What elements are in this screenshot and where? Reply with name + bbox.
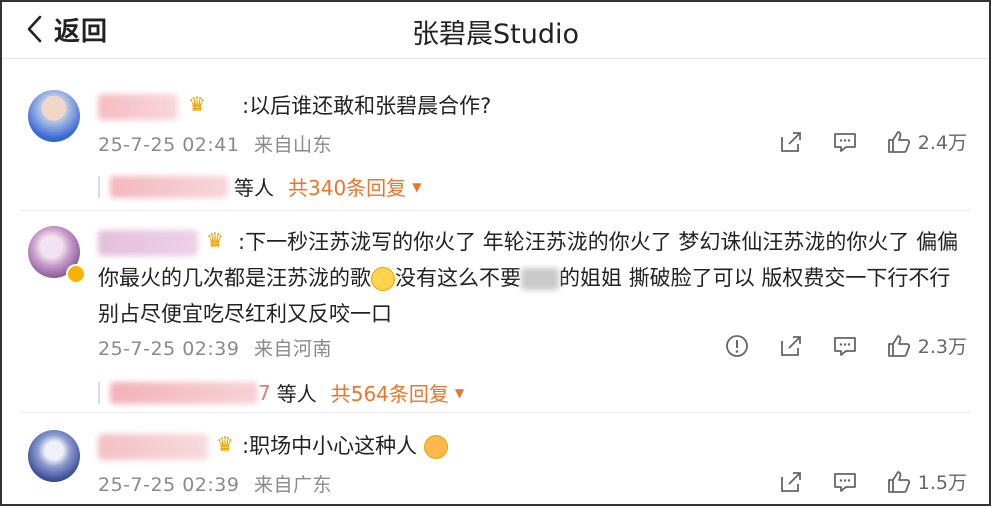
comment-meta: 25-7-25 02:39 来自河南: [98, 334, 332, 361]
reply-divider: [98, 381, 100, 404]
like-count: 2.4万: [917, 132, 967, 154]
divider: [20, 210, 971, 211]
like-count: 1.5万: [917, 472, 967, 494]
crown-icon: ♛: [188, 92, 206, 116]
crown-icon: ♛: [216, 432, 234, 456]
comment-icon: [833, 132, 856, 152]
comment-location: 来自河南: [254, 338, 333, 360]
redacted-name: [521, 268, 559, 290]
share-button[interactable]: [778, 469, 804, 495]
comment-actions: 2.4万: [750, 128, 967, 155]
comment-location: 来自广东: [254, 474, 333, 496]
comment-meta: 25-7-25 02:41 来自山东: [98, 130, 332, 157]
reply-tail-num: 7: [258, 380, 271, 405]
reply-count-link[interactable]: 共564条回复: [331, 378, 449, 407]
divider: [20, 412, 971, 413]
comment-time: 25-7-25 02:39: [98, 338, 240, 360]
face-emoji-icon: [423, 435, 448, 459]
comment-actions: 2.3万: [696, 332, 967, 359]
reply-divider: [98, 175, 100, 198]
comment-time: 25-7-25 02:41: [98, 134, 240, 156]
comment-item: ♛ :职场中小心这种人 25-7-25 02:39 来自广东 1.5万: [2, 414, 989, 504]
reply-user-blurred: [110, 381, 258, 404]
comment-text: :职场中小心这种人: [242, 428, 448, 464]
top-bar: 返回 张碧晨Studio: [2, 2, 989, 59]
share-icon: [780, 335, 801, 356]
comment-text: :以后谁还敢和张碧晨合作?: [242, 94, 492, 118]
comment-actions: 1.5万: [750, 468, 967, 495]
like-icon: [887, 130, 910, 153]
share-icon: [780, 131, 801, 152]
avatar[interactable]: [28, 430, 80, 482]
reply-preview[interactable]: 7 等人 共564条回复 ▼: [98, 378, 464, 407]
comment-time: 25-7-25 02:39: [98, 474, 240, 496]
like-button[interactable]: 2.3万: [886, 332, 967, 359]
like-icon: [887, 334, 910, 357]
share-button[interactable]: [778, 333, 804, 359]
comment-button[interactable]: [832, 129, 858, 155]
report-button[interactable]: [724, 333, 750, 359]
share-icon: [780, 471, 801, 492]
username-blurred[interactable]: [98, 94, 178, 120]
comment-text-main: :职场中小心这种人: [242, 434, 418, 458]
caret-down-icon: ▼: [454, 385, 465, 400]
reply-user-blurred: [110, 175, 228, 198]
app-frame: 返回 张碧晨Studio ♛ :以后谁还敢和张碧晨合作? 25-7-25 02:…: [0, 0, 991, 506]
comment-button[interactable]: [832, 333, 858, 359]
comment-icon: [833, 336, 856, 356]
comment-meta: 25-7-25 02:39 来自广东: [98, 470, 332, 497]
like-button[interactable]: 2.4万: [886, 128, 967, 155]
reply-tail: 等人: [276, 382, 317, 406]
reply-count-link[interactable]: 共340条回复: [288, 172, 406, 201]
report-icon: [725, 334, 748, 357]
comment-location: 来自山东: [254, 134, 333, 156]
smile-emoji-icon: [371, 267, 395, 291]
comment-item: ♛ :下一秒汪苏泷写的你火了 年轮汪苏泷的你火了 梦幻诛仙汪苏泷的你火了 偏偏你…: [2, 212, 989, 408]
like-button[interactable]: 1.5万: [886, 468, 967, 495]
comment-icon: [833, 472, 856, 492]
caret-down-icon: ▼: [412, 179, 422, 194]
verified-badge-icon: [66, 264, 86, 284]
reply-preview[interactable]: 等人 共340条回复 ▼: [98, 172, 421, 201]
comment-text-part2: 没有这么不要: [395, 266, 521, 290]
comment-item: ♛ :以后谁还敢和张碧晨合作? 25-7-25 02:41 来自山东 2.4万 …: [2, 58, 989, 208]
like-count: 2.3万: [917, 336, 967, 358]
username-blurred[interactable]: [98, 434, 208, 460]
page-title: 张碧晨Studio: [412, 19, 579, 50]
avatar[interactable]: [28, 90, 80, 142]
reply-tail: 等人: [234, 176, 274, 200]
comment-text: :下一秒汪苏泷写的你火了 年轮汪苏泷的你火了 梦幻诛仙汪苏泷的你火了 偏偏你最火…: [98, 224, 978, 332]
like-icon: [887, 470, 910, 493]
comment-button[interactable]: [832, 469, 858, 495]
share-button[interactable]: [778, 129, 804, 155]
